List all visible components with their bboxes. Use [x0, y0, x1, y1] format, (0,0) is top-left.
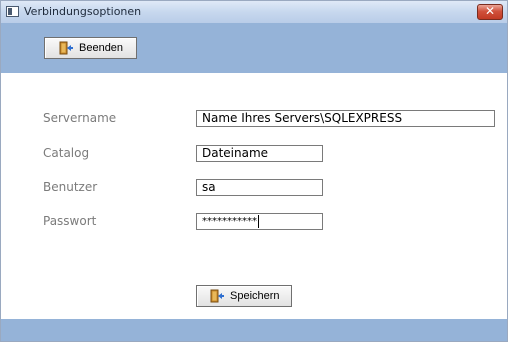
password-value: ***********	[202, 216, 257, 227]
quit-button[interactable]: Beenden	[44, 37, 137, 59]
window-title: Verbindungsoptionen	[24, 5, 142, 18]
close-button[interactable]: ✕	[477, 4, 503, 20]
title-bar[interactable]: Verbindungsoptionen ✕	[1, 1, 507, 23]
servername-input[interactable]: Name Ihres Servers\SQLEXPRESS	[196, 110, 495, 127]
exit-door-icon	[210, 289, 224, 303]
password-label: Passwort	[43, 214, 97, 228]
catalog-input[interactable]: Dateiname	[196, 145, 323, 162]
user-input[interactable]: sa	[196, 179, 323, 196]
quit-button-label: Beenden	[79, 42, 124, 54]
close-icon: ✕	[484, 4, 496, 18]
save-button[interactable]: Speichern	[196, 285, 292, 307]
window-icon	[6, 6, 19, 17]
text-caret	[258, 214, 259, 228]
exit-door-icon	[59, 41, 73, 55]
dialog-window: Verbindungsoptionen ✕ Beenden Servername…	[0, 0, 508, 342]
servername-label: Servername	[43, 111, 117, 125]
password-input[interactable]: ***********	[196, 213, 323, 230]
footer-band	[1, 319, 507, 341]
save-button-label: Speichern	[230, 290, 280, 302]
catalog-label: Catalog	[43, 146, 90, 160]
user-label: Benutzer	[43, 180, 98, 194]
